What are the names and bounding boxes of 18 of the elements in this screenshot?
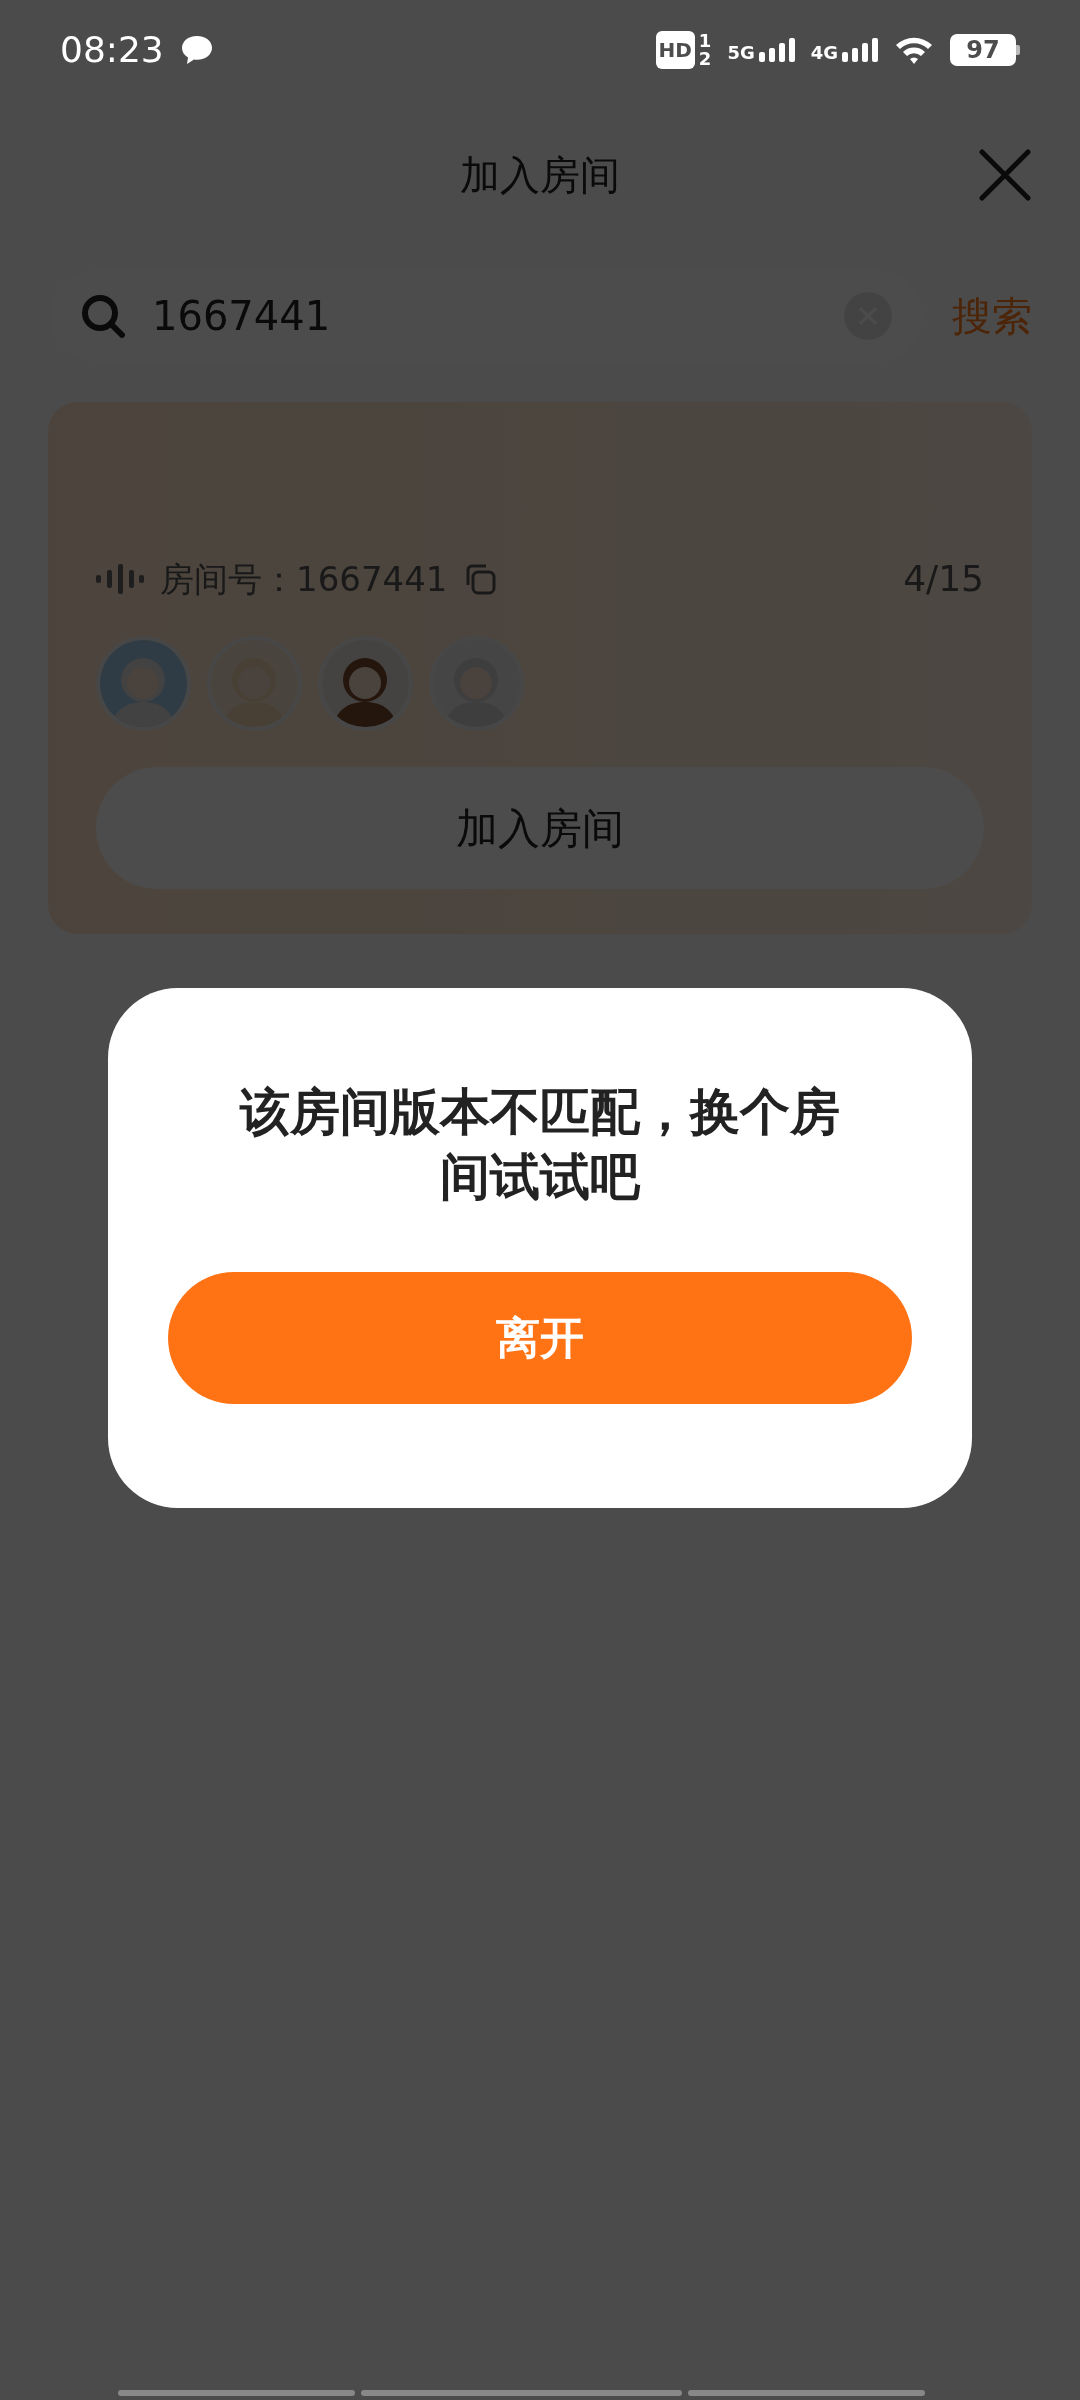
nav-handle[interactable] <box>118 2390 356 2396</box>
network-type: 4G <box>810 44 838 62</box>
search-button[interactable]: 搜索 <box>952 286 1032 346</box>
status-time: 08:23 <box>60 28 164 72</box>
dialog-message: 该房间版本不匹配，换个房间试试吧 <box>238 1082 841 1208</box>
battery-level: 97 <box>950 34 1016 66</box>
signal-bars-icon <box>758 38 795 62</box>
signal-bars-icon <box>842 38 878 62</box>
network-type: 5G <box>727 44 755 62</box>
chat-bubble-icon <box>179 34 214 66</box>
leave-button[interactable]: 离开 <box>168 1272 912 1404</box>
sim-label: 2 <box>698 50 712 68</box>
nav-handle[interactable] <box>361 2390 682 2396</box>
hd-label: HD <box>655 31 695 69</box>
page-title: 加入房间 <box>460 151 620 200</box>
sim-label: 1 <box>698 32 712 50</box>
search-input[interactable]: 1667441 <box>150 285 820 347</box>
nav-handle[interactable] <box>687 2390 925 2396</box>
